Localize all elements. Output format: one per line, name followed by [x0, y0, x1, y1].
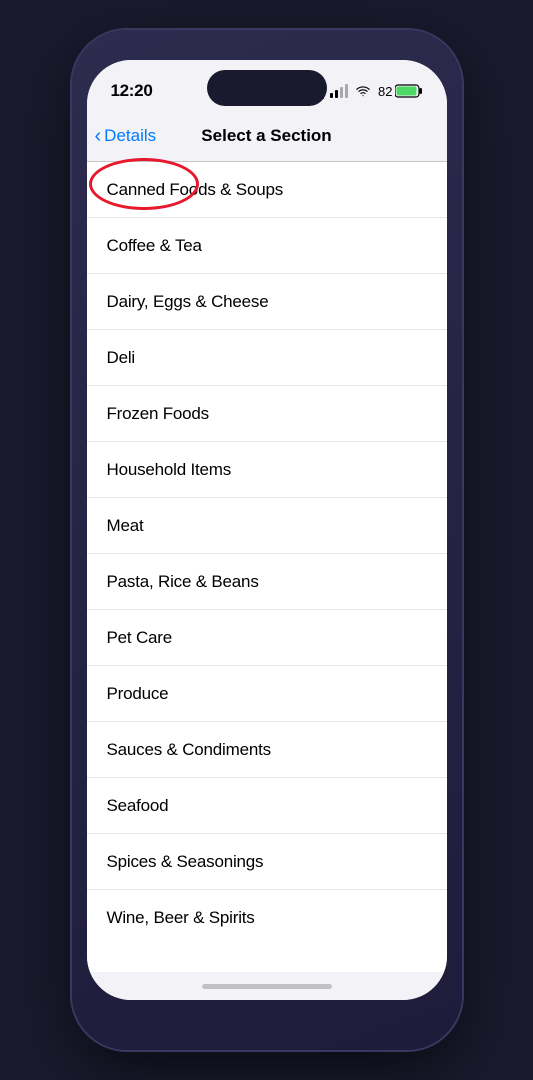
list-item[interactable]: Sauces & Condiments — [87, 722, 447, 778]
list-item[interactable]: Meat — [87, 498, 447, 554]
signal-icon — [330, 84, 348, 98]
list-item[interactable]: Dairy, Eggs & Cheese — [87, 274, 447, 330]
battery-level: 82 — [378, 84, 392, 99]
nav-bar: ‹ Details Select a Section — [87, 110, 447, 162]
wifi-icon — [354, 84, 372, 98]
screen: 12:20 — [87, 60, 447, 1000]
list-item-label: Dairy, Eggs & Cheese — [107, 292, 269, 312]
list-item-label: Sauces & Condiments — [107, 740, 271, 760]
back-chevron-icon: ‹ — [95, 126, 102, 146]
home-bar — [202, 984, 332, 989]
battery-icon — [395, 84, 423, 98]
list-item-label: Produce — [107, 684, 169, 704]
dynamic-island — [207, 70, 327, 106]
list-item[interactable]: Produce — [87, 666, 447, 722]
list-item[interactable]: Spices & Seasonings — [87, 834, 447, 890]
list-item[interactable]: Pet Care — [87, 610, 447, 666]
list-item-label: Frozen Foods — [107, 404, 209, 424]
battery-indicator: 82 — [378, 84, 422, 99]
list-item[interactable]: Canned Foods & Soups — [87, 162, 447, 218]
back-button[interactable]: ‹ Details — [95, 126, 157, 146]
list-item-label: Spices & Seasonings — [107, 852, 264, 872]
list-item-label: Pasta, Rice & Beans — [107, 572, 259, 592]
back-label: Details — [104, 126, 156, 146]
list-item[interactable]: Seafood — [87, 778, 447, 834]
status-time: 12:20 — [111, 81, 153, 101]
nav-title: Select a Section — [201, 126, 331, 146]
list-item[interactable]: Deli — [87, 330, 447, 386]
list-item[interactable]: Coffee & Tea — [87, 218, 447, 274]
list-item-label: Coffee & Tea — [107, 236, 202, 256]
home-indicator — [87, 972, 447, 1000]
section-list: Canned Foods & Soups Coffee & Tea Dairy, E… — [87, 162, 447, 972]
list-item[interactable]: Wine, Beer & Spirits — [87, 890, 447, 946]
list-item-label: Pet Care — [107, 628, 173, 648]
list-item-label: Wine, Beer & Spirits — [107, 908, 255, 928]
phone-frame: 12:20 — [72, 30, 462, 1050]
list-item[interactable]: Frozen Foods — [87, 386, 447, 442]
list-item[interactable]: Pasta, Rice & Beans — [87, 554, 447, 610]
list-item-label: Deli — [107, 348, 136, 368]
list-item-label: Seafood — [107, 796, 169, 816]
list-item-label: Household Items — [107, 460, 232, 480]
list-item-label: Canned Foods & Soups — [107, 180, 284, 200]
list-item[interactable]: Household Items — [87, 442, 447, 498]
list-item-label: Meat — [107, 516, 144, 536]
